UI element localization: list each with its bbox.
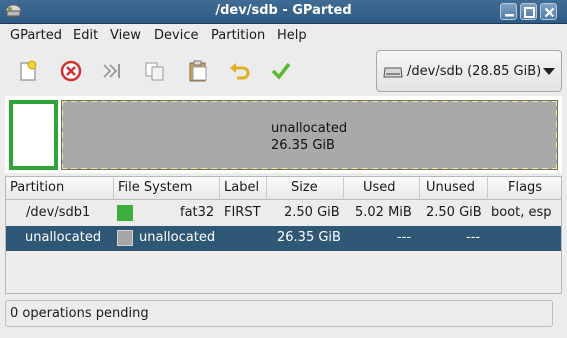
column-header-file-system[interactable]: File System (114, 177, 220, 200)
title-bar: /dev/sdb - GParted (0, 0, 567, 24)
new-partition-button[interactable] (15, 58, 41, 84)
cell-flags: boot, esp (491, 205, 552, 220)
minimize-icon (505, 14, 514, 17)
table-row-selected[interactable]: unallocated unallocated 26.35 GiB --- --… (6, 226, 561, 251)
partition-map: unallocated 26.35 GiB (5, 96, 562, 173)
menu-device[interactable]: Device (154, 28, 198, 43)
table-header: Partition File System Label Size Used Un… (6, 177, 561, 200)
unallocated-label: unallocated (271, 121, 348, 136)
cell-filesystem: fat32 (180, 205, 215, 220)
close-icon (544, 7, 555, 18)
status-bar: 0 operations pending (5, 300, 553, 327)
menu-edit[interactable]: Edit (73, 28, 98, 43)
column-header-used[interactable]: Used (344, 177, 420, 200)
cell-label: FIRST (224, 205, 261, 220)
partition-block-sdb1[interactable] (9, 100, 58, 170)
pending-operations-status: 0 operations pending (10, 306, 149, 321)
menu-partition[interactable]: Partition (211, 28, 265, 43)
maximize-icon (524, 7, 535, 18)
menu-bar: GParted Edit View Device Partition Help (0, 24, 567, 48)
delete-icon (60, 60, 82, 82)
window-title: /dev/sdb - GParted (215, 3, 352, 18)
paste-button[interactable] (185, 58, 211, 84)
resize-move-button[interactable] (100, 58, 126, 84)
chevron-down-icon (543, 68, 555, 75)
new-document-icon (20, 60, 37, 81)
undo-button[interactable] (227, 58, 253, 84)
drive-icon (383, 66, 403, 83)
undo-icon (230, 63, 250, 80)
cell-size: 26.35 GiB (277, 230, 341, 245)
copy-icon (145, 62, 164, 81)
minimize-button[interactable] (500, 3, 517, 20)
menu-gparted[interactable]: GParted (10, 28, 62, 43)
cell-used: 5.02 MiB (355, 205, 412, 220)
column-header-size[interactable]: Size (267, 177, 344, 200)
apply-checkmark-icon (271, 62, 291, 80)
cell-used: --- (397, 230, 412, 245)
column-header-label[interactable]: Label (220, 177, 267, 200)
partition-table: Partition File System Label Size Used Un… (5, 176, 562, 294)
cell-filesystem: unallocated (139, 230, 216, 245)
filesystem-color-swatch (117, 230, 133, 246)
device-selector[interactable]: /dev/sdb (28.85 GiB) (376, 50, 562, 92)
copy-button[interactable] (142, 58, 168, 84)
menu-view[interactable]: View (110, 28, 141, 43)
cell-partition: unallocated (25, 230, 102, 245)
table-row[interactable]: /dev/sdb1 fat32 FIRST 2.50 GiB 5.02 MiB … (6, 201, 561, 226)
delete-partition-button[interactable] (58, 58, 84, 84)
filesystem-color-swatch (117, 205, 133, 221)
cell-partition: /dev/sdb1 (26, 205, 91, 220)
apply-button[interactable] (268, 58, 294, 84)
close-button[interactable] (540, 3, 557, 20)
paste-icon (189, 60, 207, 82)
menu-help[interactable]: Help (277, 28, 307, 43)
column-header-unused[interactable]: Unused (420, 177, 488, 200)
cell-unused: --- (466, 230, 481, 245)
maximize-button[interactable] (520, 3, 537, 20)
column-header-flags[interactable]: Flags (488, 177, 561, 200)
device-selector-value: /dev/sdb (28.85 GiB) (407, 64, 542, 79)
cell-size: 2.50 GiB (284, 205, 340, 220)
cell-unused: 2.50 GiB (426, 205, 482, 220)
unallocated-size: 26.35 GiB (271, 138, 335, 153)
column-header-partition[interactable]: Partition (6, 177, 114, 200)
partition-block-unallocated[interactable]: unallocated 26.35 GiB (61, 100, 558, 170)
resize-move-icon (103, 64, 120, 78)
